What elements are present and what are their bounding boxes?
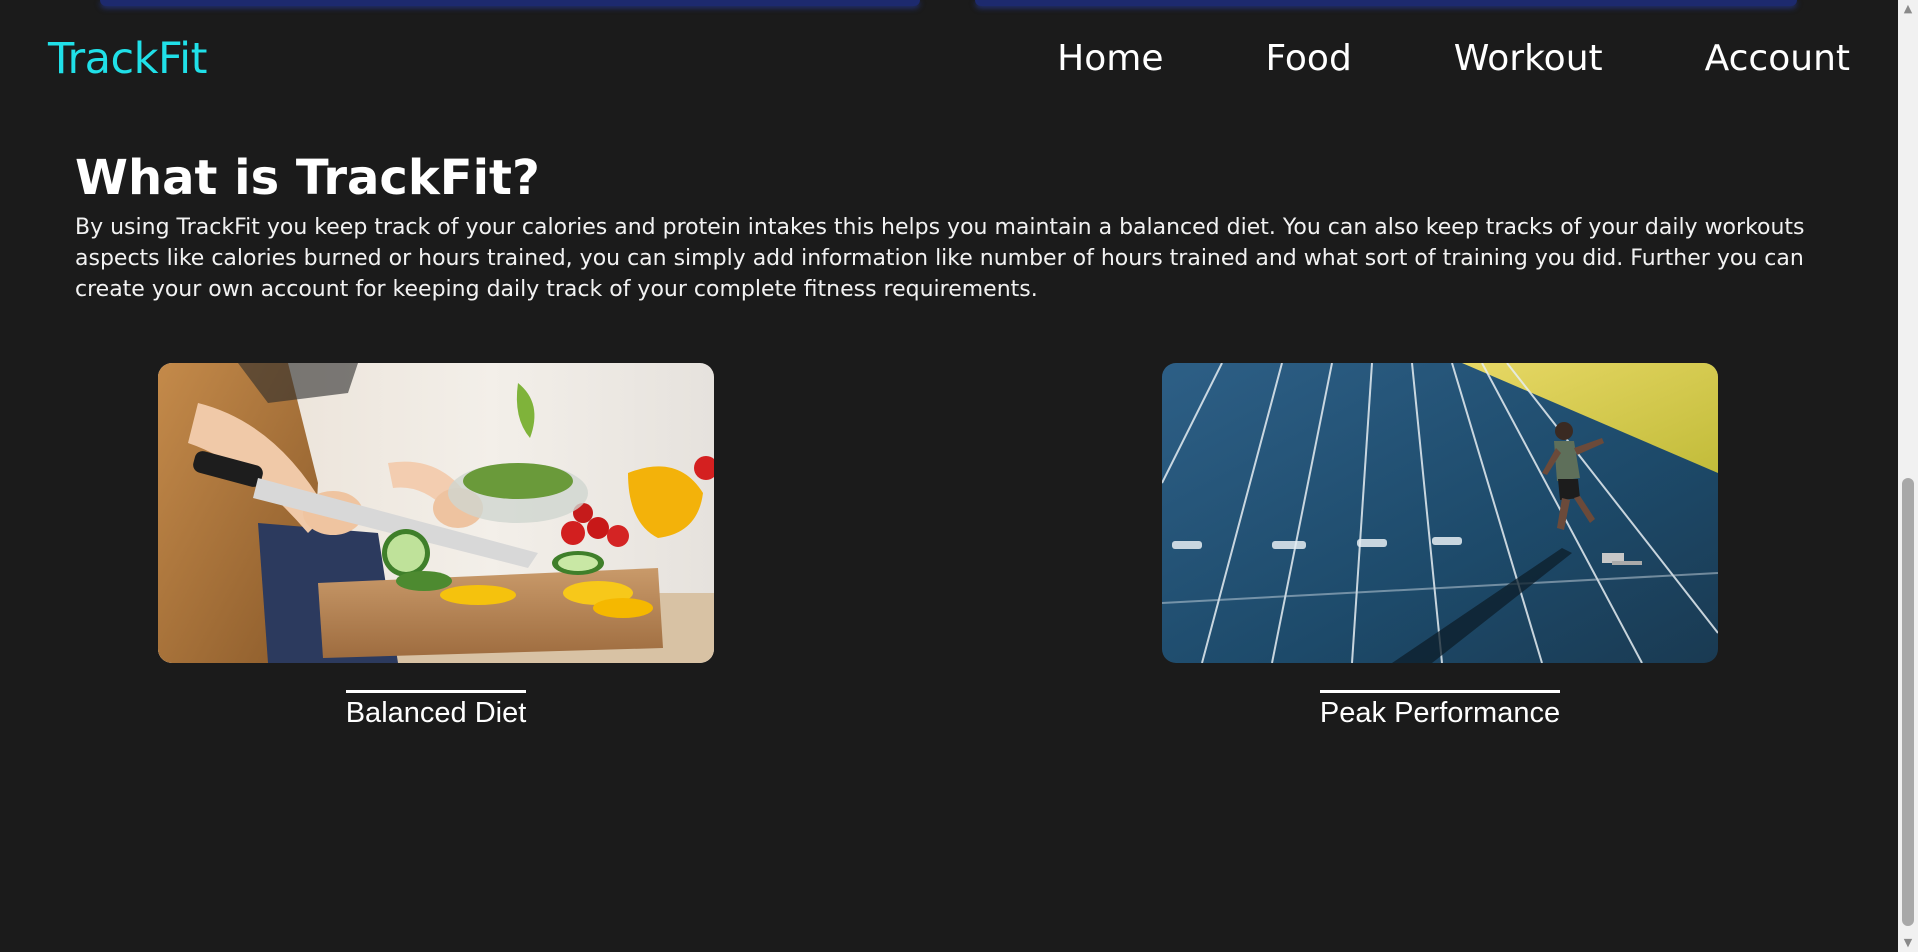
about-title: What is TrackFit? <box>75 150 540 206</box>
logo[interactable]: TrackFit <box>48 34 207 84</box>
nav-food-link[interactable]: Food <box>1265 38 1351 79</box>
card-edge-left <box>100 0 920 6</box>
scroll-thumb[interactable] <box>1902 478 1914 926</box>
scroll-up-icon[interactable]: ▲ <box>1898 0 1918 18</box>
navbar: TrackFit Home Food Workout Account <box>0 28 1898 92</box>
peak-performance-card: Peak Performance <box>1162 363 1718 730</box>
balanced-diet-image <box>158 363 714 663</box>
peak-performance-image <box>1162 363 1718 663</box>
peak-performance-caption: Peak Performance <box>1319 690 1561 730</box>
page: TrackFit Home Food Workout Account What … <box>0 0 1898 952</box>
card-edge-right <box>975 0 1797 6</box>
nav-account-link[interactable]: Account <box>1705 38 1850 79</box>
about-section: What is TrackFit? By using TrackFit you … <box>75 148 1825 305</box>
scroll-down-icon[interactable]: ▼ <box>1898 934 1918 952</box>
about-description: By using TrackFit you keep track of your… <box>75 215 1805 302</box>
nav-workout-link[interactable]: Workout <box>1454 38 1603 79</box>
nav-home-link[interactable]: Home <box>1057 38 1163 79</box>
nav-links: Home Food Workout Account <box>1057 38 1850 79</box>
balanced-diet-caption: Balanced Diet <box>345 690 527 730</box>
balanced-diet-card: Balanced Diet <box>158 363 714 730</box>
vertical-scrollbar[interactable]: ▲ ▼ <box>1898 0 1918 952</box>
